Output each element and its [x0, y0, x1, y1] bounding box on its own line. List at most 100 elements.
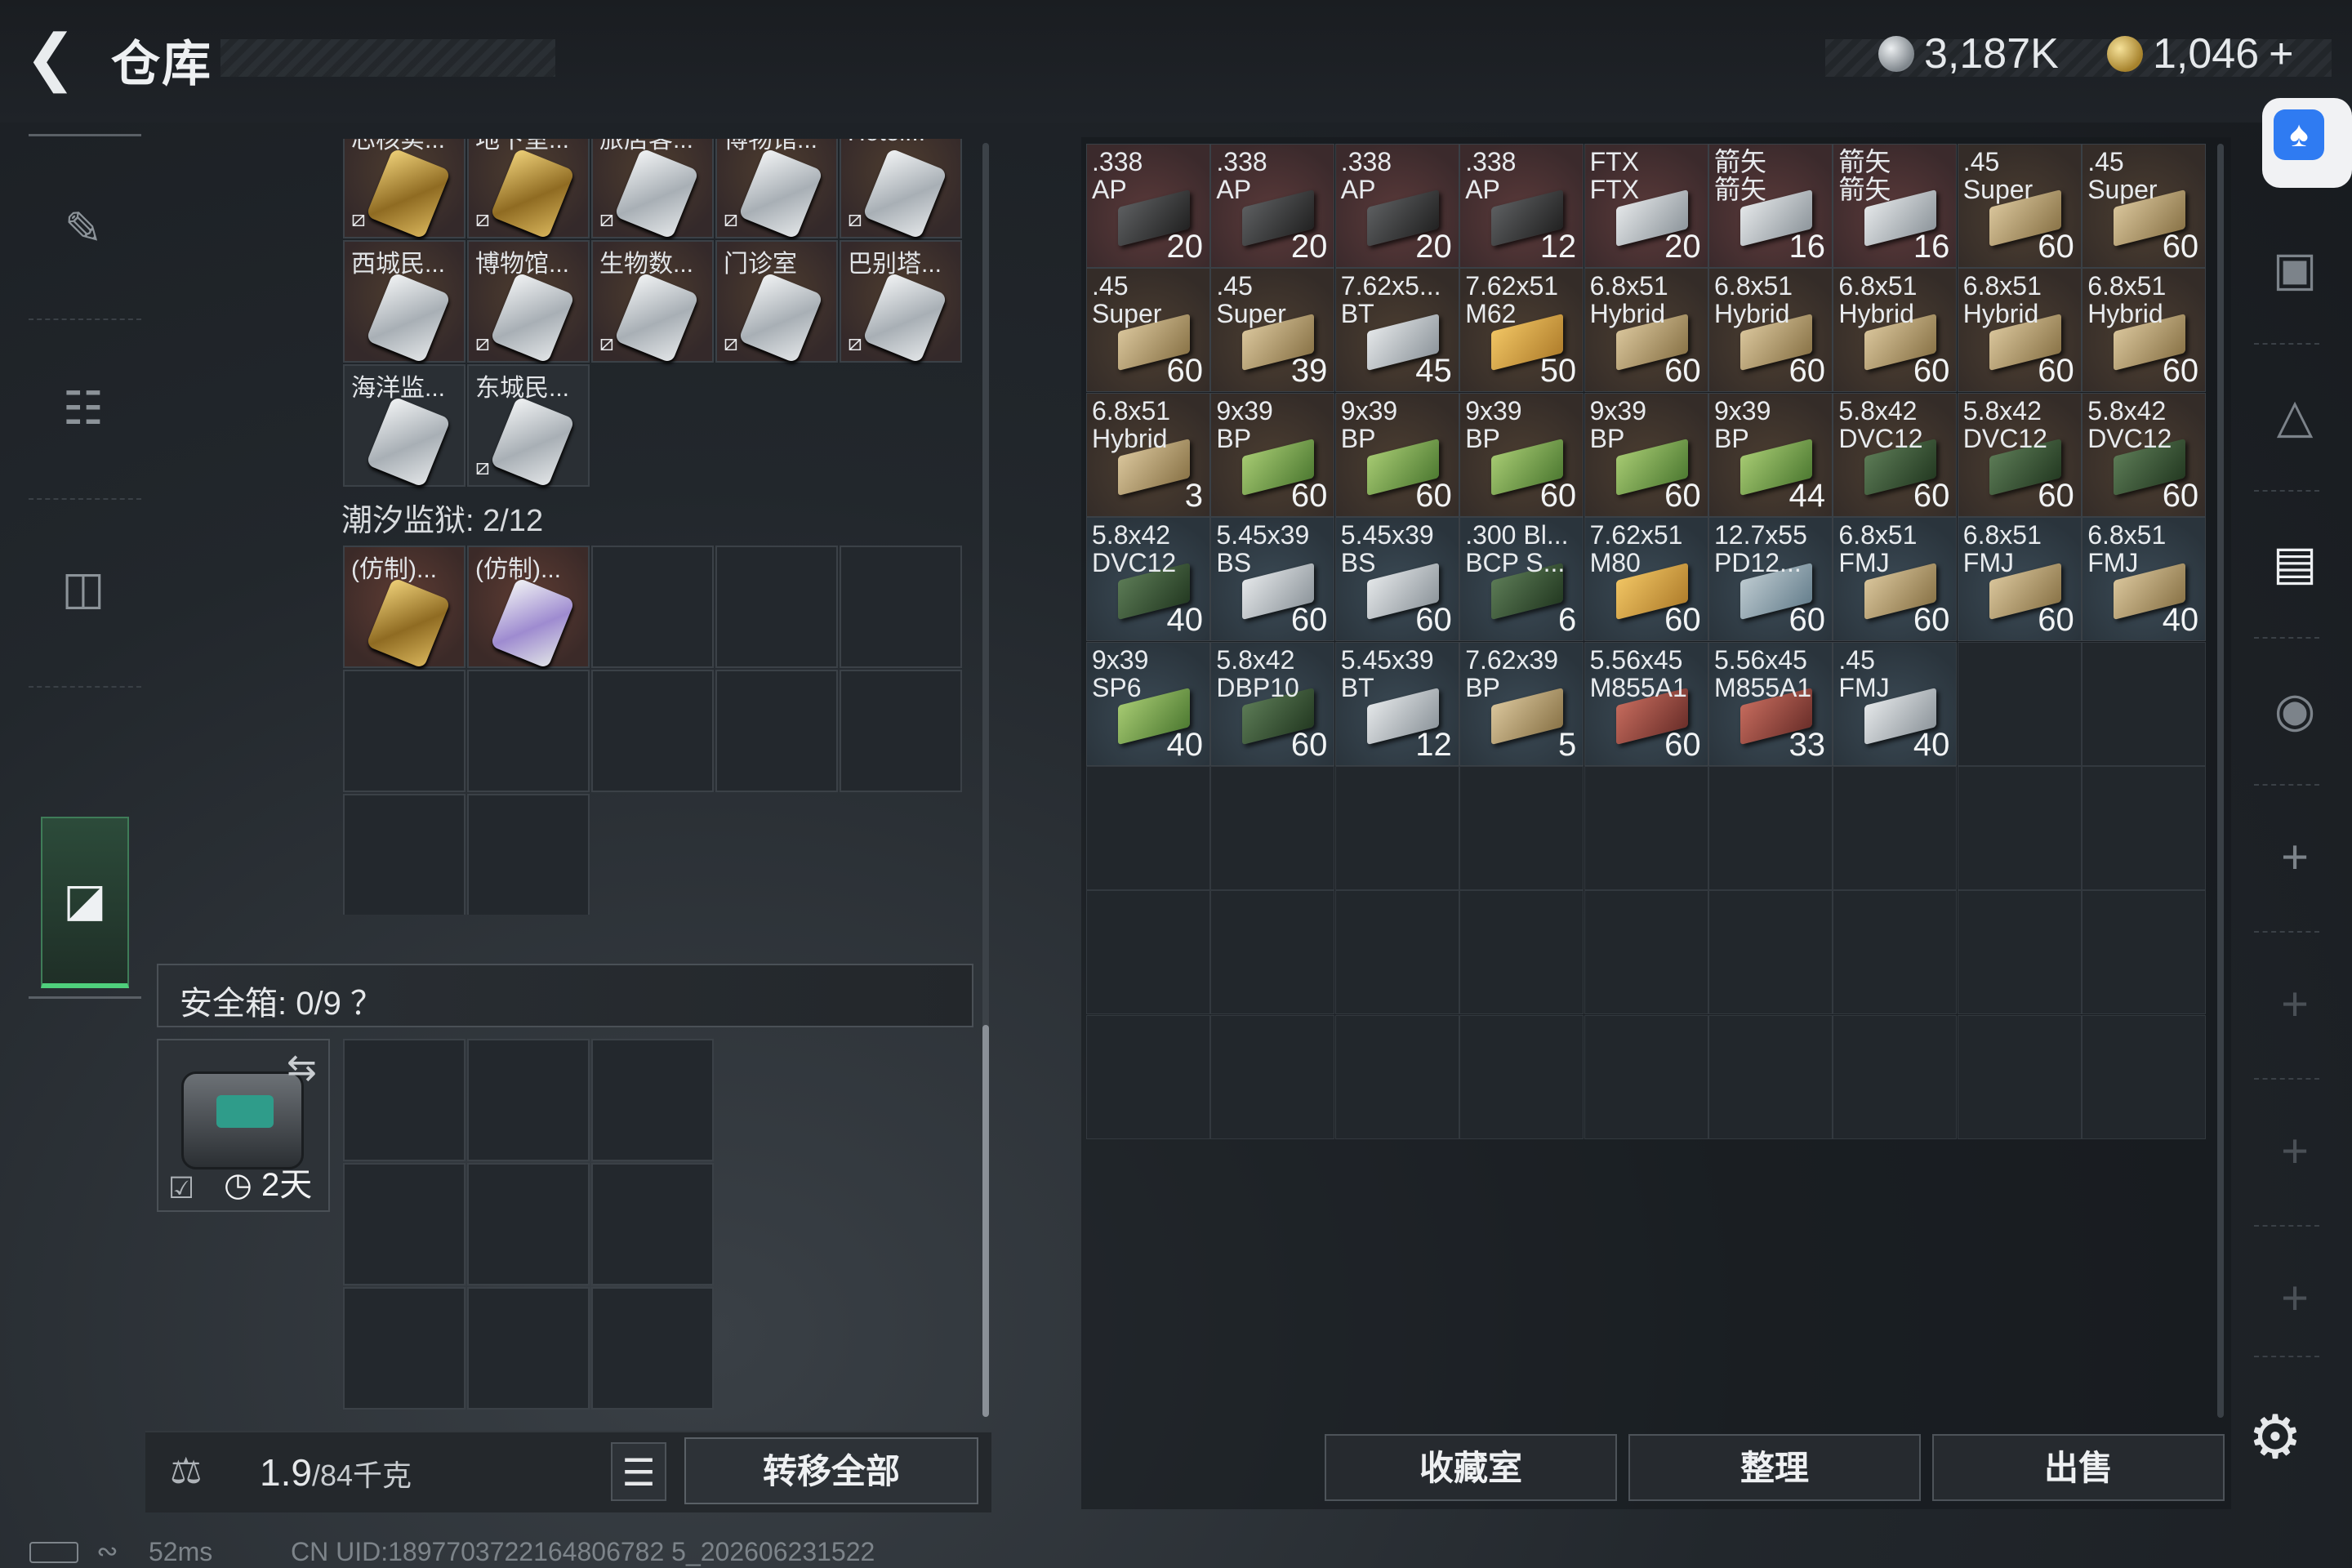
- empty-slot[interactable]: [1459, 766, 1584, 890]
- empty-slot[interactable]: [715, 670, 838, 792]
- empty-slot[interactable]: [1334, 766, 1459, 890]
- accessibility-button[interactable]: ♠: [2262, 98, 2352, 188]
- back-arrow-icon[interactable]: ❮: [24, 27, 82, 89]
- ammo-item[interactable]: 7.62x51 M62 50: [1459, 268, 1584, 393]
- safe-box-slot[interactable]: [467, 1163, 590, 1285]
- empty-slot[interactable]: [1957, 890, 2082, 1015]
- empty-slot[interactable]: [840, 670, 962, 792]
- warehouse-tab-ammo-icon[interactable]: ▤: [2254, 523, 2336, 604]
- ammo-item[interactable]: 6.8x51 Hybrid 60: [2082, 268, 2207, 393]
- safe-box-slot[interactable]: [343, 1287, 466, 1410]
- safe-box-slot[interactable]: [591, 1287, 714, 1410]
- ammo-item[interactable]: 6.8x51 Hybrid 3: [1086, 392, 1210, 517]
- key-card-slot[interactable]: 巴别塔... ⧄: [840, 240, 962, 363]
- ammo-item[interactable]: 9x39 BP 60: [1334, 392, 1459, 517]
- empty-slot[interactable]: [1334, 1014, 1459, 1139]
- safe-box-slot[interactable]: [591, 1163, 714, 1285]
- ammo-item[interactable]: 6.8x51 Hybrid 60: [1584, 268, 1708, 393]
- empty-slot[interactable]: [1833, 766, 1958, 890]
- safe-box-slot[interactable]: [467, 1287, 590, 1410]
- key-card-slot[interactable]: 地下室... ⧄: [467, 139, 590, 239]
- ammo-item[interactable]: 5.45x39 BT 12: [1334, 641, 1459, 766]
- empty-slot[interactable]: [2082, 890, 2207, 1015]
- empty-slot[interactable]: [591, 546, 714, 668]
- ammo-item[interactable]: 5.56x45 M855A1 33: [1708, 641, 1833, 766]
- warehouse-tab-camera-icon[interactable]: ◉: [2254, 670, 2336, 751]
- safe-box-slot[interactable]: [591, 1039, 714, 1161]
- empty-slot[interactable]: [1459, 1014, 1584, 1139]
- safe-box-slot[interactable]: [343, 1039, 466, 1161]
- ammo-item[interactable]: 5.8x42 DVC12 40: [1086, 517, 1210, 642]
- empty-slot[interactable]: [1086, 1014, 1210, 1139]
- settings-gear-icon[interactable]: ⚙: [2243, 1405, 2308, 1470]
- empty-slot[interactable]: [591, 670, 714, 792]
- empty-slot[interactable]: [1957, 766, 2082, 890]
- empty-slot[interactable]: [1086, 890, 1210, 1015]
- key-card-slot[interactable]: 门诊室 ⧄: [715, 240, 838, 363]
- empty-slot[interactable]: [343, 670, 466, 792]
- empty-slot[interactable]: [1584, 890, 1708, 1015]
- ammo-item[interactable]: 箭矢 箭矢 16: [1833, 144, 1958, 268]
- ammo-item[interactable]: 5.45x39 BS 60: [1210, 517, 1335, 642]
- warehouse-scrollbar[interactable]: [2217, 144, 2224, 1418]
- empty-slot[interactable]: [343, 794, 466, 915]
- key-card-slot[interactable]: 生物数... ⧄: [591, 240, 714, 363]
- empty-slot[interactable]: [1957, 641, 2082, 766]
- ammo-item[interactable]: 9x39 BP 60: [1584, 392, 1708, 517]
- safe-case-item[interactable]: ⇆ ☑ ◷ 2天: [157, 1039, 330, 1212]
- list-view-button[interactable]: ☰: [611, 1442, 666, 1501]
- ammo-item[interactable]: .338 AP 20: [1210, 144, 1335, 268]
- ammo-item[interactable]: 9x39 BP 44: [1708, 392, 1833, 517]
- empty-slot[interactable]: [1708, 1014, 1833, 1139]
- empty-slot[interactable]: [1086, 766, 1210, 890]
- empty-slot[interactable]: [1833, 1014, 1958, 1139]
- ammo-item[interactable]: 7.62x5... BT 45: [1334, 268, 1459, 393]
- key-card-slot[interactable]: 海洋监...: [343, 364, 466, 488]
- backpack-icon[interactable]: ◫: [51, 555, 116, 621]
- empty-slot[interactable]: [2082, 766, 2207, 890]
- empty-slot[interactable]: [1708, 766, 1833, 890]
- sell-button[interactable]: 出售: [1932, 1434, 2225, 1501]
- ammo-item[interactable]: 6.8x51 FMJ 40: [2082, 517, 2207, 642]
- empty-slot[interactable]: [2082, 1014, 2207, 1139]
- scroll-thumb[interactable]: [982, 1025, 989, 1417]
- transfer-all-button[interactable]: 转移全部: [684, 1437, 978, 1504]
- ammo-item[interactable]: 6.8x51 FMJ 60: [1957, 517, 2082, 642]
- ammo-item[interactable]: 5.8x42 DVC12 60: [1957, 392, 2082, 517]
- key-card-slot[interactable]: 博物馆... ⧄: [715, 139, 838, 239]
- swap-icon[interactable]: ⇆: [287, 1047, 317, 1089]
- ammo-item[interactable]: 12.7x55 PD12... 60: [1708, 517, 1833, 642]
- ammo-item[interactable]: FTX FTX 20: [1584, 144, 1708, 268]
- empty-slot[interactable]: [840, 546, 962, 668]
- ammo-item[interactable]: 6.8x51 Hybrid 60: [1833, 268, 1958, 393]
- ammo-item[interactable]: .338 AP 20: [1334, 144, 1459, 268]
- ammo-item[interactable]: .338 AP 12: [1459, 144, 1584, 268]
- add-currency-icon[interactable]: +: [2269, 29, 2293, 78]
- key-card-slot[interactable]: 西城民...: [343, 240, 466, 363]
- empty-slot[interactable]: [1210, 890, 1335, 1015]
- empty-slot[interactable]: [1957, 1014, 2082, 1139]
- empty-slot[interactable]: [1210, 1014, 1335, 1139]
- key-card-slot[interactable]: 博物馆... ⧄: [467, 240, 590, 363]
- empty-slot[interactable]: [1708, 890, 1833, 1015]
- ammo-item[interactable]: 5.56x45 M855A1 60: [1584, 641, 1708, 766]
- key-card-slot[interactable]: 旅店客... ⧄: [591, 139, 714, 239]
- ammo-item[interactable]: .45 Super 60: [1086, 268, 1210, 393]
- ammo-item[interactable]: 6.8x51 Hybrid 60: [1708, 268, 1833, 393]
- ammo-item[interactable]: 9x39 BP 60: [1210, 392, 1335, 517]
- empty-slot[interactable]: [1584, 1014, 1708, 1139]
- nav-tab-keys-selected[interactable]: ◪: [41, 817, 129, 988]
- ammo-item[interactable]: 7.62x51 M80 60: [1584, 517, 1708, 642]
- key-card-slot[interactable]: Hotel... ⧄: [840, 139, 962, 239]
- warehouse-tab-1-icon[interactable]: ▣: [2254, 229, 2336, 310]
- ammo-item[interactable]: .338 AP 20: [1086, 144, 1210, 268]
- ammo-item[interactable]: 5.8x42 DVC12 60: [2082, 392, 2207, 517]
- weapon-icon[interactable]: ✎: [51, 196, 116, 261]
- collection-room-button[interactable]: 收藏室: [1325, 1434, 1617, 1501]
- ammo-item[interactable]: 5.45x39 BS 60: [1334, 517, 1459, 642]
- empty-slot[interactable]: [1584, 766, 1708, 890]
- ammo-item[interactable]: 5.8x42 DVC12 60: [1833, 392, 1958, 517]
- empty-slot[interactable]: [467, 794, 590, 915]
- safe-box-header[interactable]: 安全箱: 0/9 ？: [157, 964, 973, 1027]
- ammo-item[interactable]: .45 Super 60: [2082, 144, 2207, 268]
